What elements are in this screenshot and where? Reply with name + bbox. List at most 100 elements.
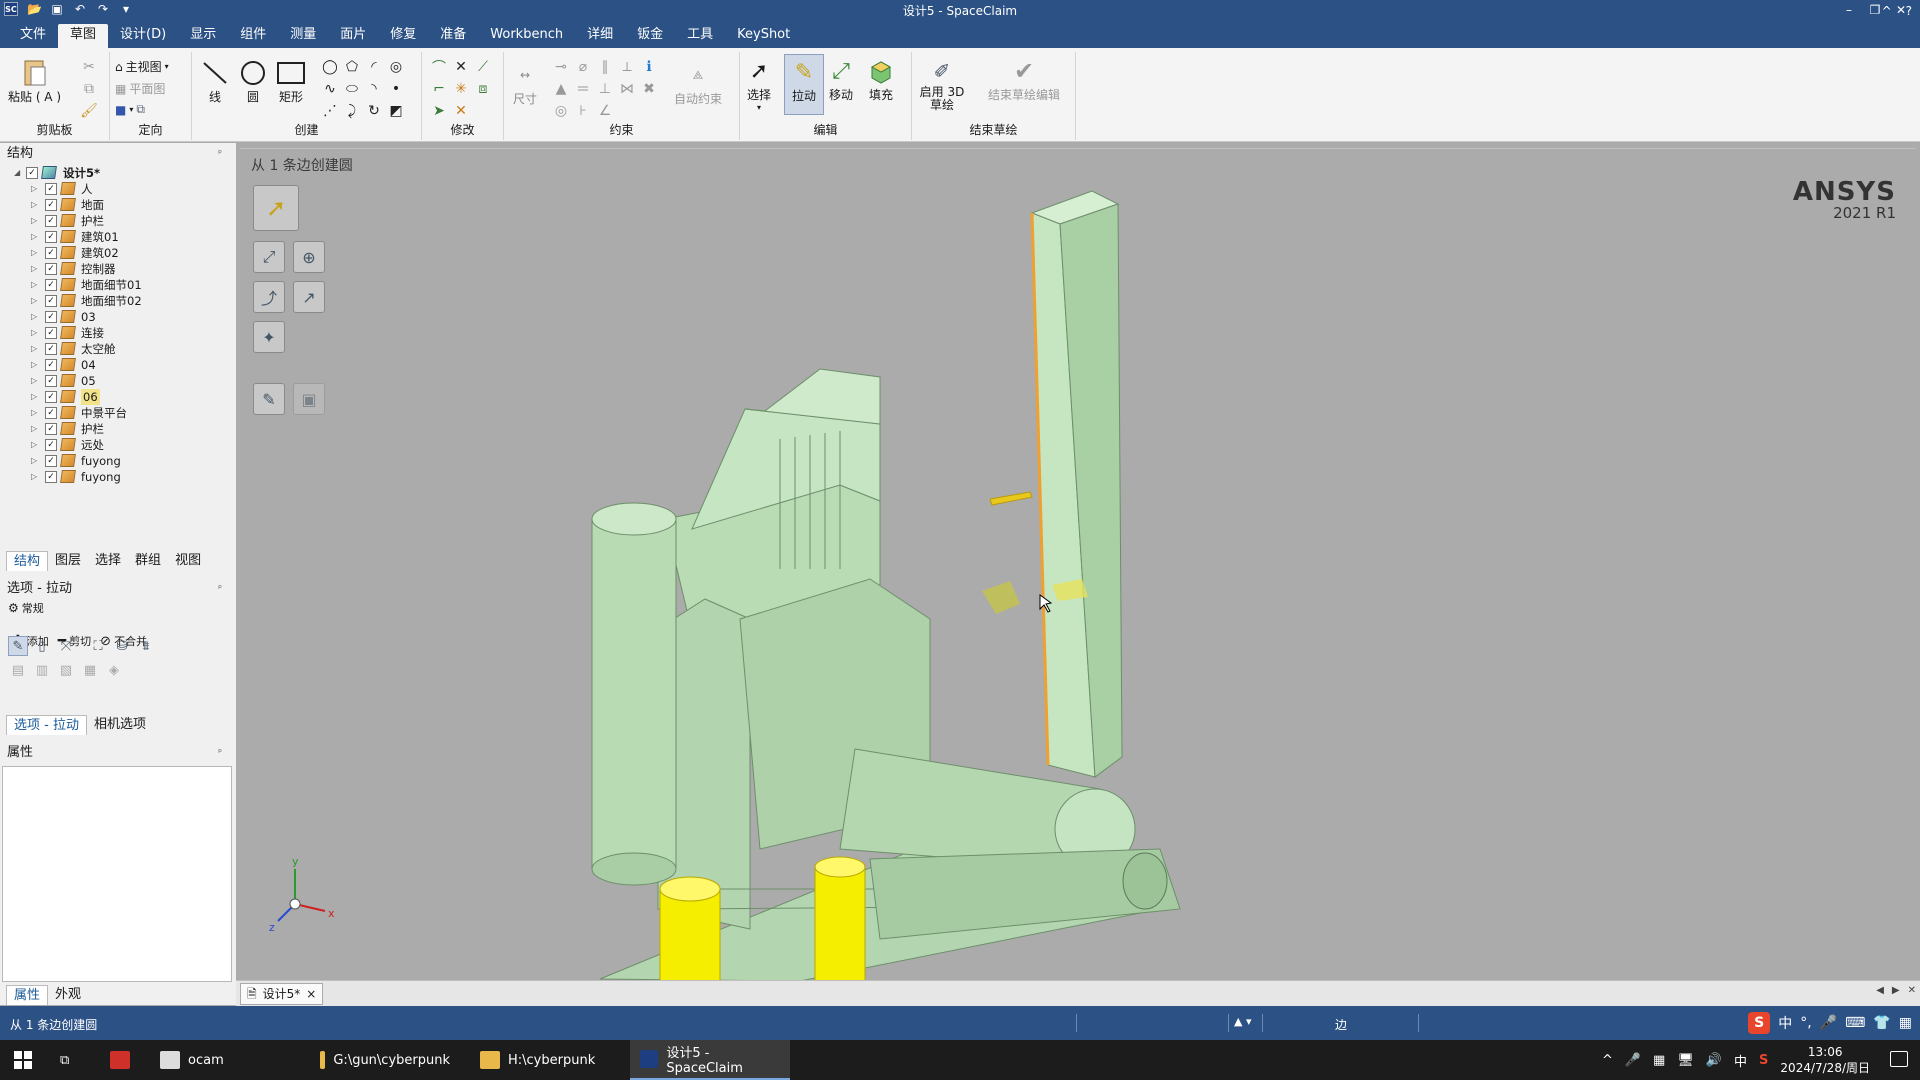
end-sketch-edit-button[interactable]: ✔ 结束草绘编辑 (988, 56, 1060, 103)
expand-icon[interactable]: ▷ (31, 437, 37, 453)
panel-tab[interactable]: 图层 (48, 551, 88, 571)
visibility-checkbox[interactable]: ✓ (45, 391, 57, 403)
face-curve-icon[interactable]: ◩ (387, 102, 405, 120)
both-sides-icon[interactable]: ▥ (32, 660, 52, 680)
draft-icon[interactable]: ⛁ (112, 636, 132, 656)
panel-tab[interactable]: 外观 (48, 985, 88, 1005)
three-point-arc-icon[interactable]: ⤸ (343, 102, 361, 120)
construction-line-icon[interactable]: ⋰ (321, 102, 339, 120)
visibility-checkbox[interactable]: ✓ (45, 183, 57, 195)
menu-item[interactable]: 准备 (428, 24, 478, 48)
info-icon[interactable]: ℹ (640, 58, 658, 76)
tree-item[interactable]: ▷ ✓ 建筑02 (0, 245, 236, 261)
panel-tab[interactable]: 视图 (168, 551, 208, 571)
expand-icon[interactable]: ▷ (31, 453, 37, 469)
tree-item[interactable]: ▷ ✓ 地面 (0, 197, 236, 213)
visibility-checkbox[interactable]: ✓ (45, 359, 57, 371)
pull-direction-arrow-left[interactable] (982, 581, 1020, 614)
ime-lang-label[interactable]: 中 (1778, 1013, 1792, 1033)
expand-icon[interactable]: ▷ (31, 309, 37, 325)
line-button[interactable]: 线 (200, 58, 230, 105)
sweep-icon[interactable]: ⛶ (88, 636, 108, 656)
visibility-checkbox[interactable]: ✓ (45, 311, 57, 323)
tree-item[interactable]: ▷ ✓ 护栏 (0, 213, 236, 229)
measure-icon[interactable]: ▦ (80, 660, 100, 680)
show-hidden-icons[interactable]: ^ (1602, 1053, 1613, 1068)
tangent-icon[interactable]: ⌀ (574, 58, 592, 76)
trim-icon[interactable]: ✕ (452, 58, 470, 76)
extrude-option-icon[interactable]: ▤ (8, 660, 28, 680)
complete-tool-icon[interactable]: ▣ (293, 383, 325, 415)
keyboard-icon[interactable]: ⌨ (1845, 1015, 1865, 1031)
menu-item[interactable]: 面片 (328, 24, 378, 48)
angle-icon[interactable]: ∠ (596, 102, 614, 120)
tree-item[interactable]: ▷ ✓ 中景平台 (0, 405, 236, 421)
menu-item[interactable]: Workbench (478, 24, 575, 48)
expand-icon[interactable]: ▷ (31, 293, 37, 309)
panel-tab[interactable]: 群组 (128, 551, 168, 571)
visibility-checkbox[interactable]: ✓ (45, 407, 57, 419)
menu-item[interactable]: 钣金 (625, 24, 675, 48)
close-all-icon[interactable]: ✕ (1908, 985, 1916, 996)
coincident-icon[interactable]: ⊸ (552, 58, 570, 76)
tree-item[interactable]: ▷ ✓ 太空舱 (0, 341, 236, 357)
equal-icon[interactable]: ＝ (574, 80, 592, 98)
move-button[interactable]: ⤢ 移动 (826, 56, 856, 103)
fill-button[interactable]: 填充 (866, 56, 896, 103)
panel-tab[interactable]: 属性 (6, 985, 49, 1005)
paste-button[interactable]: 粘贴 ( A ) (8, 58, 61, 105)
tree-item[interactable]: ▷ ✓ 建筑01 (0, 229, 236, 245)
symmetric-icon[interactable]: ⋈ (618, 80, 636, 98)
visibility-checkbox[interactable]: ✓ (45, 295, 57, 307)
ribbon-collapse-icon[interactable]: ^ (1882, 4, 1892, 18)
visibility-checkbox[interactable]: ✓ (45, 471, 57, 483)
expand-icon[interactable]: ▷ (31, 213, 37, 229)
point-icon[interactable]: • (387, 80, 405, 98)
panel-tab[interactable]: 相机选项 (87, 715, 153, 735)
app-red-icon[interactable] (100, 1040, 140, 1080)
vertical-cylinder[interactable] (591, 518, 677, 870)
expand-icon[interactable]: ▷ (31, 181, 37, 197)
keep-side-icon[interactable]: ◈ (104, 660, 124, 680)
document-tab[interactable]: 🗎 设计5* × (240, 983, 324, 1005)
visibility-checkbox[interactable]: ✓ (45, 343, 57, 355)
expand-icon[interactable]: ▷ (31, 373, 37, 389)
pivot-icon[interactable]: ▯ (32, 636, 52, 656)
tangent-circle-icon[interactable]: ◎ (387, 58, 405, 76)
expand-icon[interactable]: ▷ (31, 405, 37, 421)
network-icon[interactable]: 🖥 (1677, 1053, 1694, 1068)
split-icon[interactable]: ✳ (452, 80, 470, 98)
properties-grid[interactable] (2, 766, 232, 982)
ellipse-icon[interactable]: ⬭ (343, 80, 361, 98)
taskbar-app-button[interactable]: 设计5 - SpaceClaim (630, 1040, 790, 1080)
tools-grid-icon[interactable]: ▦ (1899, 1015, 1912, 1031)
model-scene[interactable]: y x z (240, 149, 1916, 981)
spline-icon[interactable]: ∿ (321, 80, 339, 98)
yellow-cylinder-right[interactable] (814, 866, 866, 981)
panel-tab[interactable]: 选项 - 拉动 (6, 715, 87, 735)
tree-item[interactable]: ▷ ✓ fuyong (0, 453, 236, 469)
tree-item[interactable]: ▷ ✓ fuyong (0, 469, 236, 485)
selection-filter-icon[interactable]: ▲ ▾ (1234, 1015, 1251, 1028)
panel-tab[interactable]: 选择 (88, 551, 128, 571)
clock[interactable]: 13:06 2024/7/28/周日 (1780, 1044, 1870, 1076)
expand-icon[interactable]: ▷ (31, 261, 37, 277)
dimension-button[interactable]: ↔ 尺寸 (510, 60, 540, 107)
expand-icon[interactable]: ▷ (31, 277, 37, 293)
visibility-checkbox[interactable]: ✓ (45, 247, 57, 259)
tree-item[interactable]: ▷ ✓ 地面细节02 (0, 293, 236, 309)
select-button[interactable]: ➚ 选择 ▾ (744, 56, 774, 113)
fillet-icon[interactable]: ⌒ (430, 58, 448, 76)
punctuation-icon[interactable]: °, (1800, 1015, 1811, 1031)
taskbar-app-button[interactable]: ocam (150, 1040, 300, 1080)
plan-view-button[interactable]: ▦ 平面图 (115, 80, 165, 97)
menu-item[interactable]: 设计(D) (108, 24, 178, 48)
auto-constraint-button[interactable]: ⟁ 自动约束 (674, 60, 722, 107)
parallel-icon[interactable]: ∥ (596, 58, 614, 76)
delete-constraint-icon[interactable]: ✖ (640, 80, 658, 98)
expand-icon[interactable]: ▷ (31, 245, 37, 261)
windows-start-icon[interactable] (14, 1051, 32, 1069)
offset-icon[interactable]: ⟋ (474, 58, 492, 76)
sweep-tool-icon[interactable]: ✦ (253, 321, 285, 353)
project-icon[interactable]: ⧈ (474, 80, 492, 98)
